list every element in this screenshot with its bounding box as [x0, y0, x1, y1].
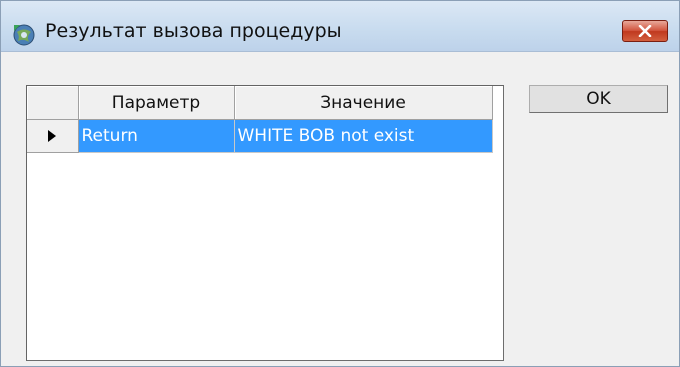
column-header-parameter[interactable]: Параметр — [78, 86, 235, 120]
parameters-grid[interactable]: Параметр Значение Return WHITE BOB not e… — [26, 85, 504, 361]
table-row[interactable]: Return WHITE BOB not exist — [27, 119, 493, 153]
cell-parameter[interactable]: Return — [78, 119, 235, 153]
cell-value[interactable]: WHITE BOB not exist — [234, 119, 493, 153]
row-indicator-cell[interactable] — [27, 119, 79, 153]
column-header-value[interactable]: Значение — [234, 86, 493, 120]
app-icon — [12, 23, 35, 46]
close-icon — [638, 25, 652, 37]
grid-header-row: Параметр Значение — [27, 86, 493, 120]
grid-corner-cell — [27, 86, 79, 120]
ok-button[interactable]: OK — [529, 85, 668, 113]
dialog-window: Результат вызова процедуры Параметр Знач — [0, 0, 680, 367]
close-button[interactable] — [622, 20, 668, 42]
title-bar[interactable]: Результат вызова процедуры — [1, 1, 679, 52]
window-title: Результат вызова процедуры — [45, 20, 342, 42]
triangle-right-icon — [48, 130, 57, 142]
dialog-client-area: Параметр Значение Return WHITE BOB not e… — [1, 52, 679, 366]
